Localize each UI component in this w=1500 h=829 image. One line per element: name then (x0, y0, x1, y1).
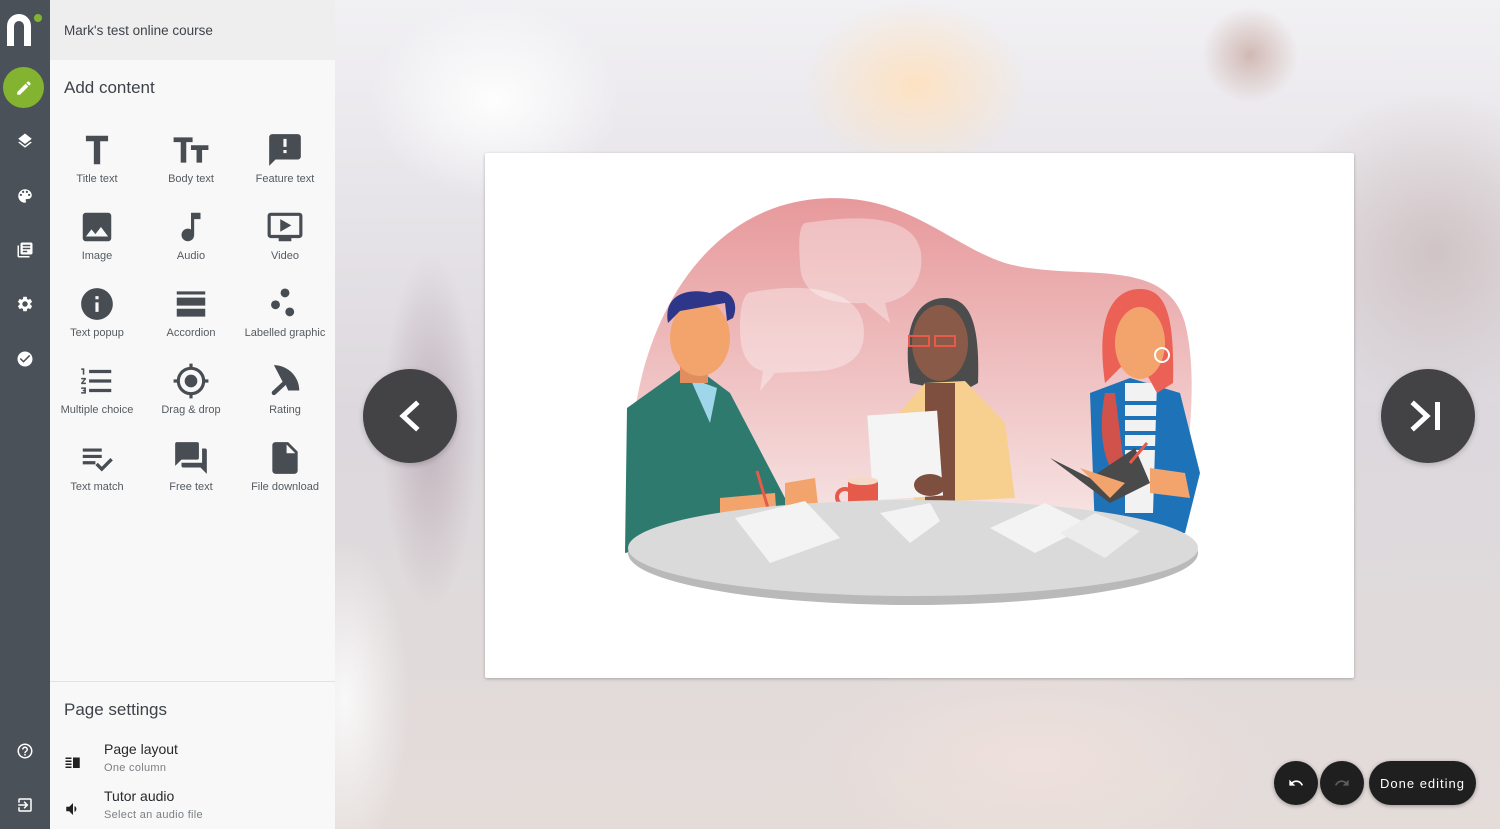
next-page-button[interactable] (1381, 369, 1475, 463)
content-block-grid: Title text Body text Feature text Image … (50, 130, 335, 515)
exit-icon (18, 798, 32, 812)
page-layout-setting[interactable]: Page layout One column (50, 741, 335, 785)
add-free-text-button[interactable]: Free text (144, 438, 238, 515)
slide-canvas[interactable] (485, 153, 1354, 678)
layers-icon (18, 133, 32, 148)
rail-exit-button[interactable] (0, 785, 50, 825)
image-icon (82, 212, 112, 242)
done-editing-button[interactable]: Done editing (1369, 761, 1476, 805)
check-circle-icon (17, 351, 33, 367)
speaker-icon (66, 803, 77, 815)
numbered-list-icon (81, 368, 112, 394)
add-file-download-button[interactable]: File download (238, 438, 332, 515)
pencil-icon (16, 80, 31, 95)
undo-icon (1289, 779, 1304, 786)
add-text-match-button[interactable]: Text match (50, 438, 144, 515)
redo-icon (1335, 779, 1349, 786)
info-icon (81, 288, 113, 320)
add-rating-button[interactable]: Rating (238, 361, 332, 438)
panel-divider (50, 681, 335, 682)
add-image-button[interactable]: Image (50, 207, 144, 284)
redo-button[interactable] (1320, 761, 1364, 805)
editor-stage: Done editing (335, 0, 1500, 829)
body-text-icon (173, 137, 209, 163)
add-labelled-graphic-button[interactable]: Labelled graphic (238, 284, 332, 361)
add-content-heading: Add content (64, 78, 155, 97)
meeting-illustration (625, 198, 1200, 605)
add-text-popup-button[interactable]: Text popup (50, 284, 144, 361)
text-match-icon (82, 448, 113, 472)
gear-icon (17, 296, 33, 312)
add-video-button[interactable]: Video (238, 207, 332, 284)
add-body-text-button[interactable]: Body text (144, 130, 238, 207)
add-feature-text-button[interactable]: Feature text (238, 130, 332, 207)
chevron-left-icon (399, 400, 420, 432)
previous-page-button[interactable] (363, 369, 457, 463)
library-icon (17, 242, 33, 258)
rail-help-button[interactable] (0, 731, 50, 771)
file-icon (272, 442, 298, 474)
add-audio-button[interactable]: Audio (144, 207, 238, 284)
rating-gauge-icon (271, 365, 300, 396)
palette-icon (18, 189, 32, 203)
rail-theme-button[interactable] (0, 176, 50, 216)
rail-layers-button[interactable] (0, 121, 50, 161)
feature-text-icon (269, 134, 301, 166)
course-title: Mark's test online course (50, 0, 335, 60)
add-accordion-button[interactable]: Accordion (144, 284, 238, 361)
side-panel: Mark's test online course Add content Ti… (50, 0, 335, 829)
page-settings-heading: Page settings (64, 700, 168, 719)
music-note-icon (181, 212, 201, 242)
tutor-audio-setting[interactable]: Tutor audio Select an audio file (50, 788, 335, 829)
layout-icon (65, 757, 80, 768)
rail-publish-button[interactable] (0, 339, 50, 379)
app-logo[interactable] (5, 12, 45, 48)
target-icon (173, 363, 209, 399)
chat-bubbles-icon (175, 442, 207, 474)
rail-pages-button[interactable] (0, 230, 50, 270)
left-rail (0, 0, 50, 829)
skip-next-icon (1410, 400, 1440, 432)
rail-edit-button[interactable] (3, 67, 44, 108)
undo-button[interactable] (1274, 761, 1318, 805)
add-multiple-choice-button[interactable]: Multiple choice (50, 361, 144, 438)
video-icon (267, 212, 303, 242)
add-title-text-button[interactable]: Title text (50, 130, 144, 207)
rail-settings-button[interactable] (0, 284, 50, 324)
add-drag-drop-button[interactable]: Drag & drop (144, 361, 238, 438)
accordion-icon (176, 291, 206, 317)
title-text-icon (85, 135, 109, 165)
help-circle-icon (17, 743, 33, 759)
labelled-graphic-icon (271, 288, 295, 317)
